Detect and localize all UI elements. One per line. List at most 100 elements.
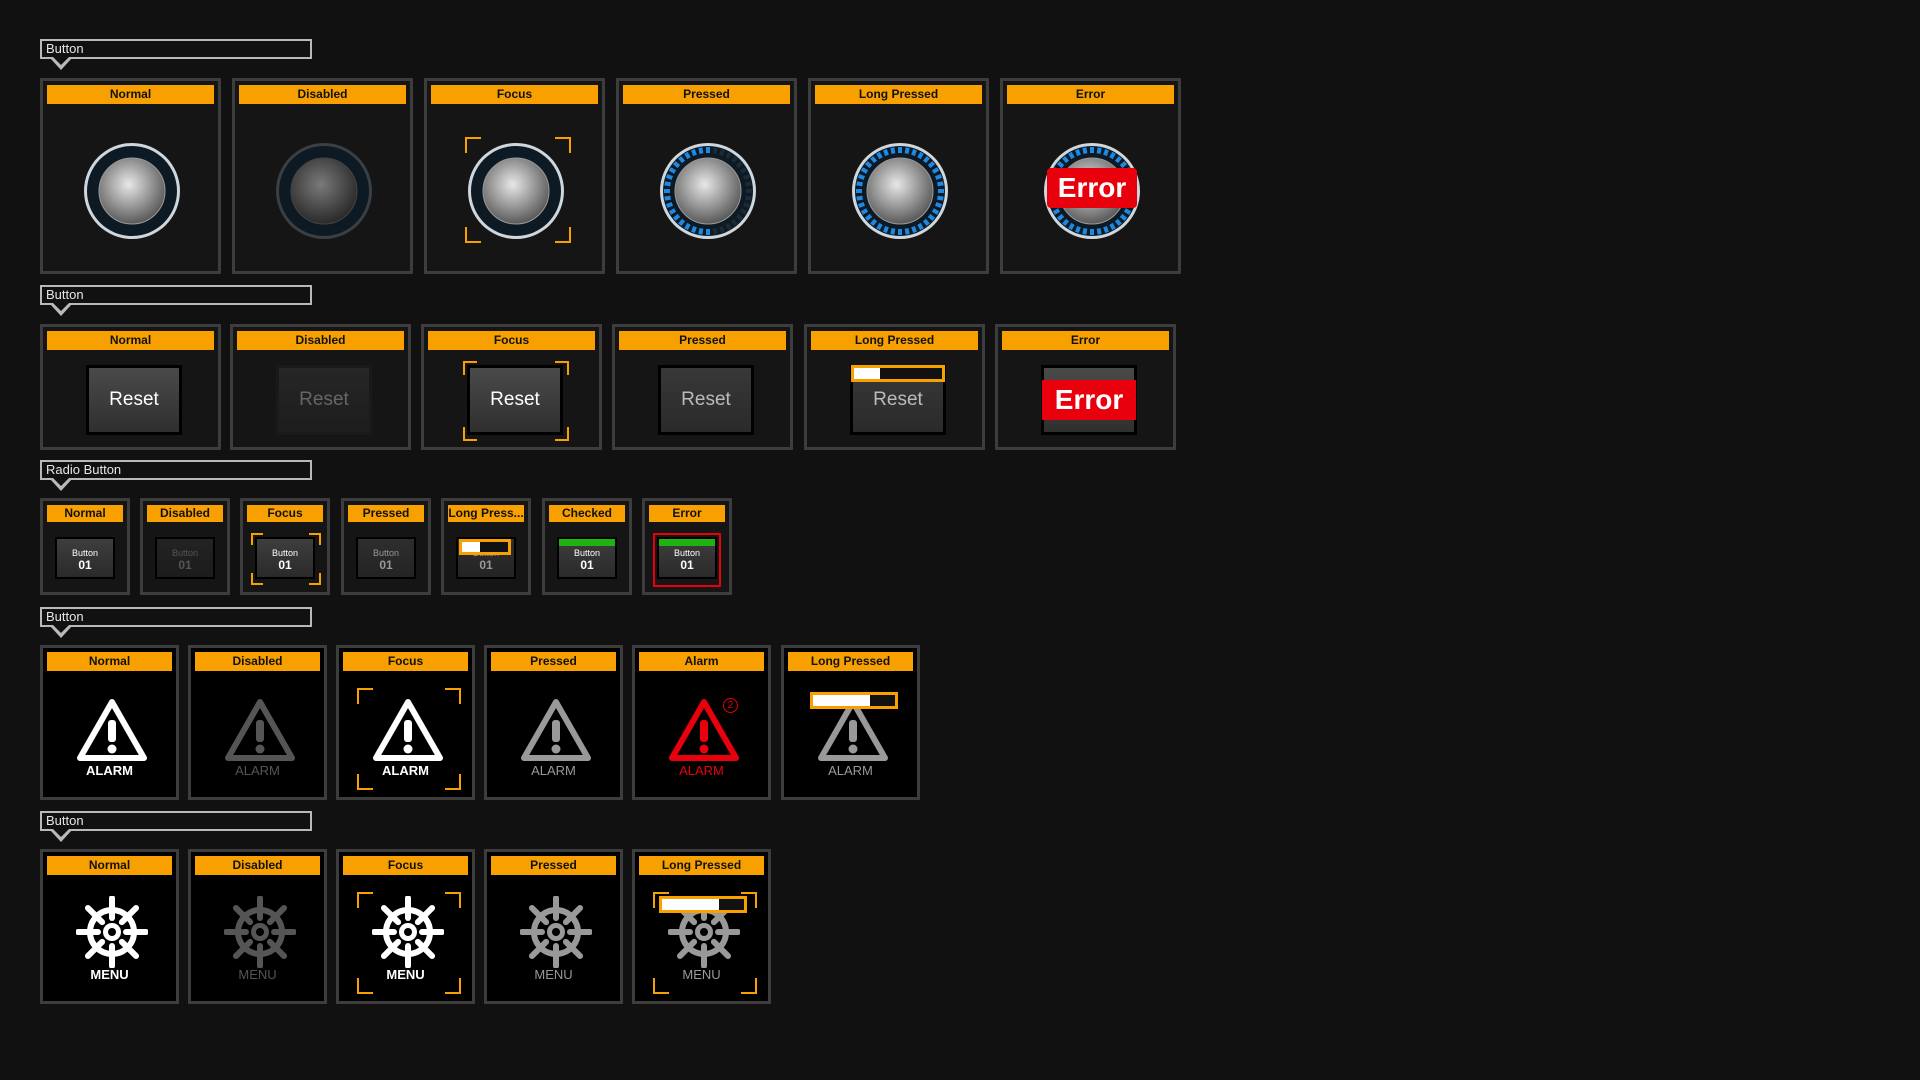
reset-card-long-pressed: Long Pressed Reset — [804, 324, 985, 450]
reset-card-focus: Focus Reset — [421, 324, 602, 450]
radio-label-line2: 01 — [580, 558, 594, 572]
long-press-progress — [810, 692, 898, 709]
error-outline — [653, 533, 721, 587]
radio-card-normal: Normal Button 01 — [40, 498, 130, 595]
radio-label-line2: 01 — [479, 558, 493, 572]
radio-card-long-press: Long Press...Button01 — [441, 498, 531, 595]
knob-card-normal: Normal — [40, 78, 221, 274]
radio-label-line1: Button — [372, 548, 400, 558]
alarm-label: ALARM — [679, 763, 724, 778]
alarm-label: ALARM — [531, 763, 576, 778]
reset-button[interactable]: Reset — [467, 365, 563, 435]
knob-focus-bracket-bl — [465, 227, 481, 243]
state-label: Error — [1007, 85, 1174, 104]
state-label: Pressed — [491, 652, 616, 671]
menu-card-long-pressed[interactable]: Long Pressed MENU — [632, 849, 771, 1004]
state-label: Alarm — [639, 652, 764, 671]
menu-card-normal[interactable]: Normal MENU — [40, 849, 179, 1004]
knob-normal[interactable] — [82, 141, 182, 241]
knob-card-disabled: Disabled — [232, 78, 413, 274]
radio-button-01: Button 01 — [155, 537, 215, 579]
menu-focus-bracket-bl — [357, 978, 373, 994]
state-label: Normal — [47, 652, 172, 671]
knob-focus-bracket-tl — [465, 137, 481, 153]
knob-focus[interactable] — [466, 141, 566, 241]
reset-card-normal: Normal Reset — [40, 324, 221, 450]
section-tag-alarm-button: Button — [40, 607, 312, 638]
reset-button[interactable]: Reset — [658, 365, 754, 435]
state-label: Error — [649, 505, 725, 522]
state-label: Pressed — [623, 85, 790, 104]
radio-label-line1: Button — [271, 548, 299, 558]
menu-focus-bracket-bl — [653, 978, 669, 994]
alarm-focus-bracket-br — [445, 774, 461, 790]
menu-focus-bracket-br — [445, 978, 461, 994]
state-label: Normal — [47, 505, 123, 522]
state-label: Normal — [47, 856, 172, 875]
state-label: Normal — [47, 331, 214, 350]
reset-button: Reset — [276, 365, 372, 435]
state-label: Disabled — [239, 85, 406, 104]
radio-label-line2: 01 — [278, 558, 292, 572]
alarm-card-focus[interactable]: Focus ALARM — [336, 645, 475, 800]
knob-pressed[interactable] — [658, 141, 758, 241]
state-label: Disabled — [147, 505, 223, 522]
state-label: Focus — [431, 85, 598, 104]
radio-card-disabled: Disabled Button 01 — [140, 498, 230, 595]
alarm-card-alarm[interactable]: Alarm ALARM 2 — [632, 645, 771, 800]
radio-focus-bracket-tl — [251, 533, 263, 545]
menu-label: MENU — [238, 967, 277, 982]
menu-card-pressed[interactable]: Pressed MENU — [484, 849, 623, 1004]
radio-button-01[interactable]: Button01 — [255, 537, 315, 579]
state-label: Focus — [428, 331, 595, 350]
state-label: Pressed — [348, 505, 424, 522]
radio-button-01[interactable]: Button01 — [356, 537, 416, 579]
state-label: Checked — [549, 505, 625, 522]
state-label: Focus — [247, 505, 323, 522]
section-tag-knob-button: Button — [40, 39, 312, 70]
reset-focus-bracket-tr — [555, 361, 569, 375]
radio-card-focus: Focus Button 01 — [240, 498, 330, 595]
ship-wheel-icon — [223, 895, 297, 969]
warning-triangle-icon — [76, 698, 148, 762]
radio-card-pressed: Pressed Button 01 — [341, 498, 431, 595]
alarm-focus-bracket-bl — [357, 774, 373, 790]
error-badge: Error — [1042, 380, 1136, 420]
warning-triangle-icon — [520, 698, 592, 762]
knob-card-error: Error Error — [1000, 78, 1181, 274]
knob-long-pressed[interactable] — [850, 141, 950, 241]
menu-label: MENU — [534, 967, 573, 982]
radio-button-01[interactable]: Button01 — [557, 537, 617, 579]
radio-button-01[interactable]: Button01 — [55, 537, 115, 579]
state-label: Long Pressed — [811, 331, 978, 350]
reset-card-disabled: Disabled Reset — [230, 324, 411, 450]
ship-wheel-icon — [519, 895, 593, 969]
alarm-card-long-pressed[interactable]: Long Pressed ALARM — [781, 645, 920, 800]
radio-focus-bracket-br — [309, 573, 321, 585]
ship-wheel-icon — [371, 895, 445, 969]
long-press-progress — [659, 896, 747, 913]
error-badge: Error — [1047, 168, 1137, 208]
section-tag-reset-button: Button — [40, 285, 312, 316]
state-label: Disabled — [237, 331, 404, 350]
alarm-card-pressed[interactable]: Pressed ALARM — [484, 645, 623, 800]
reset-button[interactable]: Reset — [86, 365, 182, 435]
knob-card-focus: Focus — [424, 78, 605, 274]
long-press-progress — [459, 539, 511, 555]
progress-fill — [813, 695, 871, 706]
menu-focus-bracket-br — [741, 978, 757, 994]
alarm-card-normal[interactable]: Normal ALARM — [40, 645, 179, 800]
alarm-label: ALARM — [828, 763, 873, 778]
section-tag-menu-button: Button — [40, 811, 312, 842]
radio-card-error: Error Button 01 — [642, 498, 732, 595]
menu-card-focus[interactable]: Focus MENU — [336, 849, 475, 1004]
radio-label-line2: 01 — [379, 558, 393, 572]
state-label: Disabled — [195, 856, 320, 875]
state-label: Disabled — [195, 652, 320, 671]
radio-label-line1: Button — [171, 548, 199, 558]
radio-focus-bracket-bl — [251, 573, 263, 585]
progress-fill — [854, 368, 881, 379]
reset-focus-bracket-tl — [463, 361, 477, 375]
alarm-label: ALARM — [86, 763, 133, 778]
state-label: Long Pressed — [815, 85, 982, 104]
